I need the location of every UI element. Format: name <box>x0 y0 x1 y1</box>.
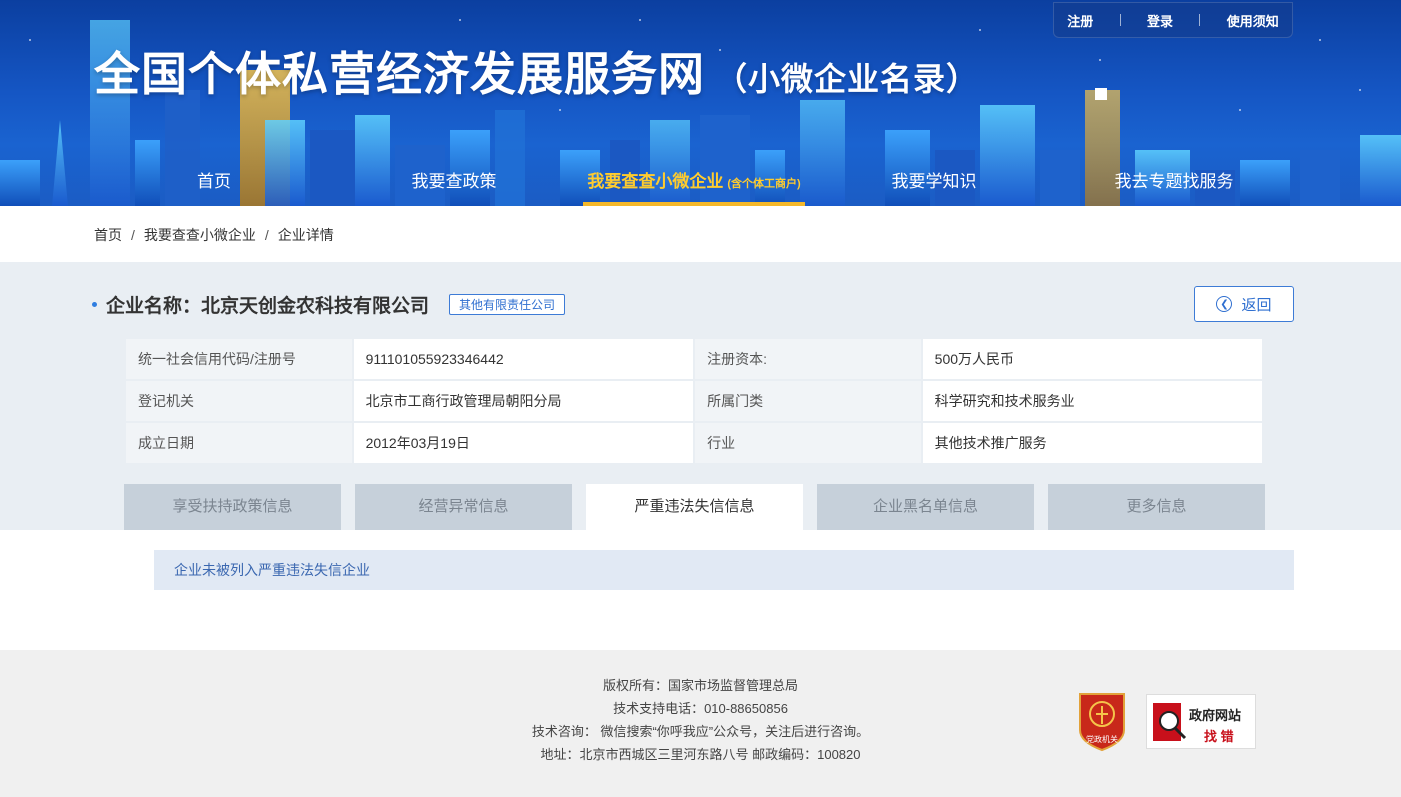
tab-support-policy[interactable]: 享受扶持政策信息 <box>124 484 341 530</box>
tab-serious-violation[interactable]: 严重违法失信信息 <box>586 484 803 530</box>
gov-badge-line1: 政府网站 <box>1189 708 1242 723</box>
info-value: 北京市工商行政管理局朝阳分局 <box>351 379 696 423</box>
magnifier-icon <box>1153 703 1187 741</box>
party-badge-text: 党政机关 <box>1086 734 1118 744</box>
back-arrow-icon: ❮ <box>1216 296 1233 312</box>
breadcrumb-home[interactable]: 首页 <box>94 227 122 243</box>
info-key: 登记机关 <box>124 379 354 423</box>
nav-item-home[interactable]: 首页 <box>180 160 248 206</box>
info-key: 注册资本: <box>693 337 923 381</box>
breadcrumb-current: 企业详情 <box>277 227 334 243</box>
nav-item-label: 我要查政策 <box>411 172 497 191</box>
info-value: 91110105592334644​2 <box>351 337 696 381</box>
site-header: 全国个体私营经济发展服务网 （小微企业名录） 注册 登录 使用须知 首页 我要查政… <box>0 0 1401 206</box>
login-link[interactable]: 登录 <box>1147 11 1173 30</box>
tab-abnormal-operation[interactable]: 经营异常信息 <box>355 484 572 530</box>
company-type-tag: 其他有限责任公司 <box>449 294 566 315</box>
tab-blacklist[interactable]: 企业黑名单信息 <box>817 484 1034 530</box>
info-key: 成立日期 <box>124 421 354 465</box>
info-value: 其他技术推广服务 <box>920 421 1265 465</box>
usage-notice-link[interactable]: 使用须知 <box>1227 11 1279 30</box>
top-link-divider <box>1199 14 1201 26</box>
info-key: 所属门类 <box>693 379 923 423</box>
register-link[interactable]: 注册 <box>1067 11 1093 30</box>
table-row: 成立日期 2012年03月19日 行业 其他技术推广服务 <box>124 421 1265 465</box>
info-key: 行业 <box>693 421 923 465</box>
breadcrumb: 首页 / 我要查查小微企业 / 企业详情 <box>94 225 334 245</box>
table-row: 登记机关 北京市工商行政管理局朝阳分局 所属门类 科学研究和技术服务业 <box>124 379 1265 423</box>
top-link-divider <box>1119 14 1121 26</box>
breadcrumb-separator: / <box>131 227 135 243</box>
company-name: 北京天创金农科技有限公司 <box>201 296 430 317</box>
gov-badge-line2: 找 错 <box>1204 729 1234 744</box>
back-button[interactable]: ❮ 返回 <box>1194 286 1294 322</box>
gov-site-error-report-badge[interactable]: 政府网站 找 错 <box>1146 694 1256 749</box>
table-row: 统一社会信用代码/注册号 91110105592334644​2 注册资本: 5… <box>124 337 1265 381</box>
tab-more-info[interactable]: 更多信息 <box>1048 484 1265 530</box>
info-value: 500万人民币 <box>920 337 1265 381</box>
info-key: 统一社会信用代码/注册号 <box>124 337 354 381</box>
site-title-sub: （小微企业名录） <box>715 61 980 97</box>
company-name-label: 企业名称： <box>106 296 202 317</box>
nav-item-knowledge[interactable]: 我要学知识 <box>880 160 988 206</box>
nav-item-sublabel: (含个体工商户) <box>727 178 801 190</box>
site-title-main: 全国个体私营经济发展服务网 <box>94 48 705 100</box>
info-value: 2012年03月19日 <box>351 421 696 465</box>
nav-item-services[interactable]: 我去专题找服务 <box>1104 160 1244 206</box>
main-nav: 首页 我要查政策 我要查查小微企业 (含个体工商户) 我要学知识 我去专题找服务 <box>0 160 1401 206</box>
nav-item-enterprise-search[interactable]: 我要查查小微企业 (含个体工商户) <box>583 160 805 206</box>
nav-item-label: 首页 <box>197 172 231 191</box>
nav-item-label: 我要查查小微企业 <box>587 172 724 191</box>
nav-item-label: 我去专题找服务 <box>1114 172 1234 191</box>
company-heading: 企业名称： 北京天创金农科技有限公司 其他有限责任公司 <box>92 291 566 318</box>
party-government-badge-icon[interactable]: 党政机关 <box>1076 690 1128 752</box>
violation-notice: 企业未被列入严重违法失信企业 <box>154 550 1294 590</box>
site-title: 全国个体私营经济发展服务网 （小微企业名录） <box>94 38 979 104</box>
bullet-icon <box>92 302 97 307</box>
nav-item-policy[interactable]: 我要查政策 <box>400 160 508 206</box>
breadcrumb-separator: / <box>264 227 269 243</box>
info-value: 科学研究和技术服务业 <box>920 379 1265 423</box>
back-button-label: 返回 <box>1241 296 1272 314</box>
breadcrumb-enterprise-search[interactable]: 我要查查小微企业 <box>144 227 256 243</box>
company-info-table: 统一社会信用代码/注册号 91110105592334644​2 注册资本: 5… <box>124 337 1265 465</box>
top-links: 注册 登录 使用须知 <box>1053 2 1293 38</box>
nav-item-label: 我要学知识 <box>891 172 977 191</box>
